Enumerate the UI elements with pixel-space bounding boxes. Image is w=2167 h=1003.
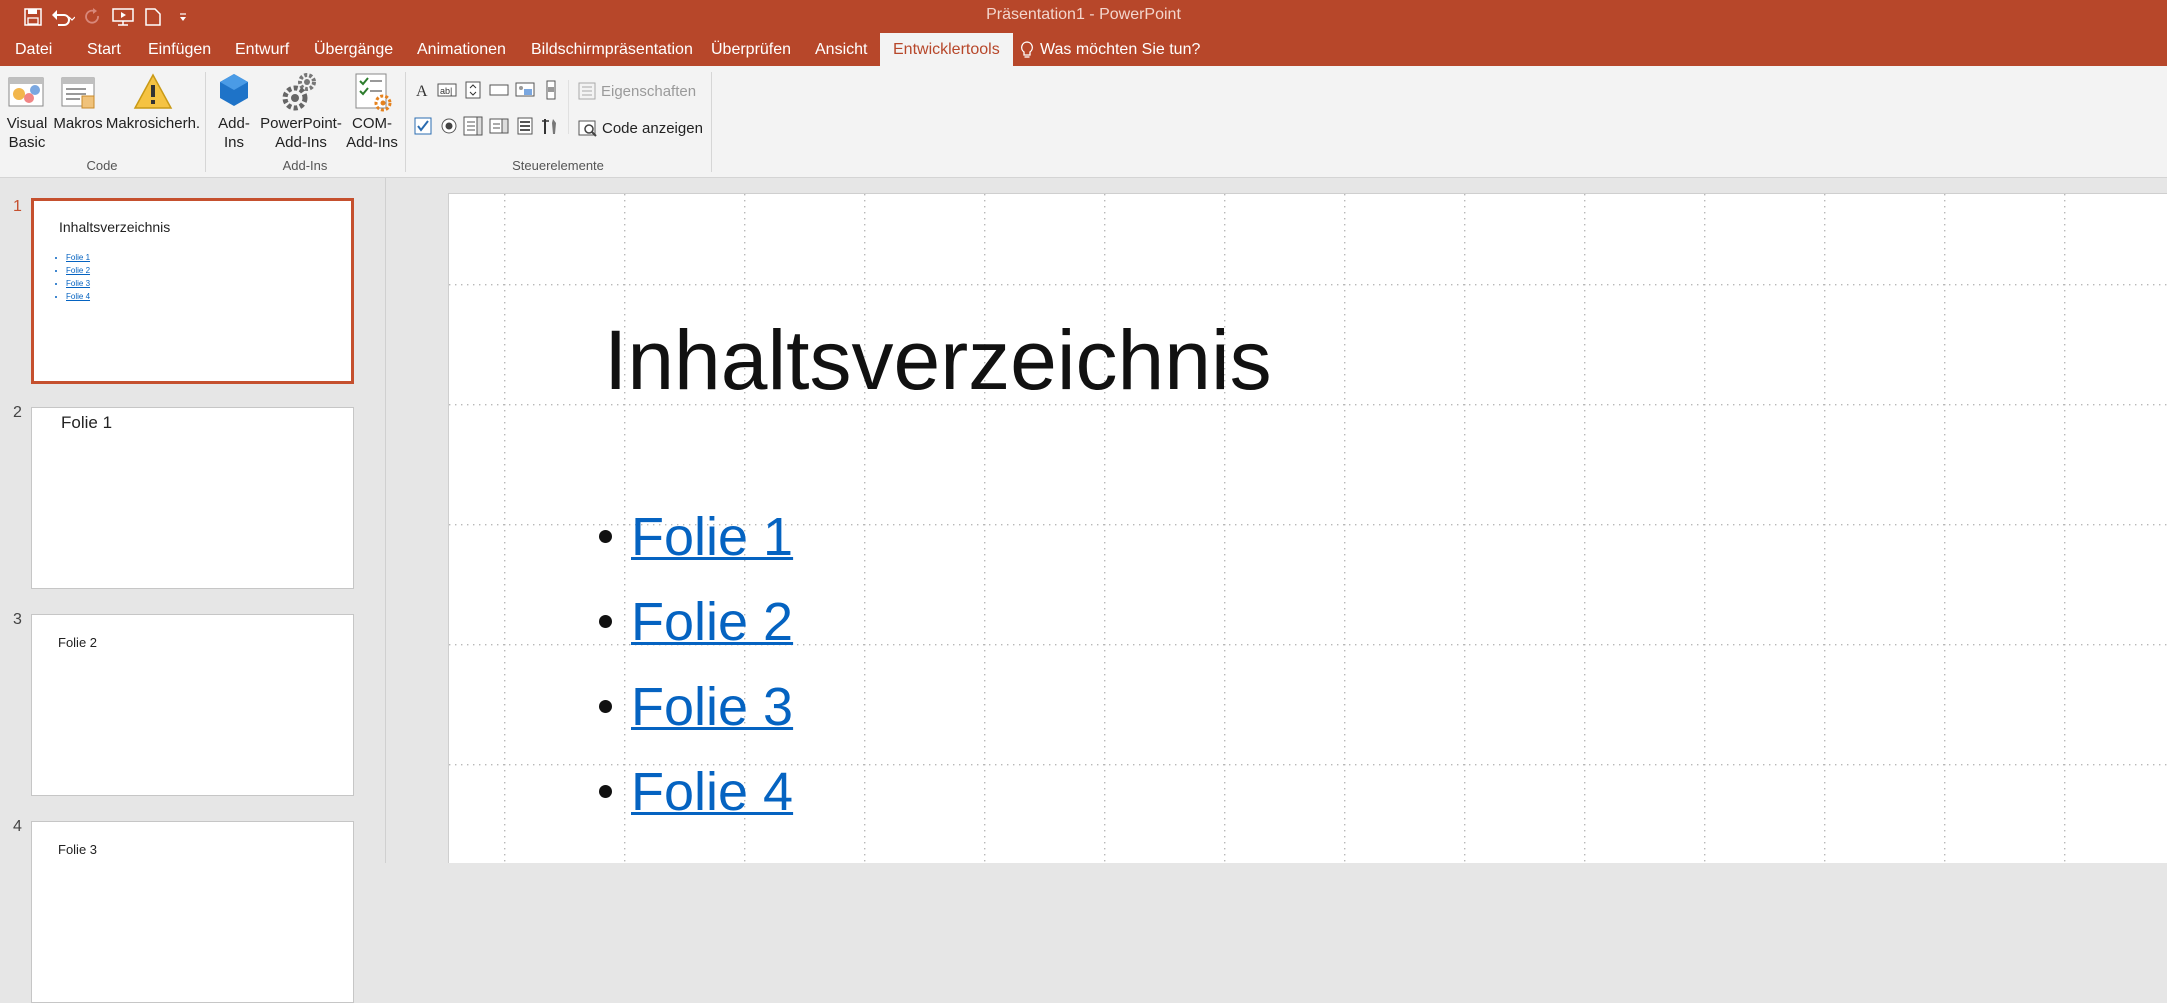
group-separator <box>205 72 206 172</box>
tab-animations[interactable]: Animationen <box>417 33 506 66</box>
powerpoint-addins-label: PowerPoint- Add-Ins <box>260 115 342 151</box>
view-code-icon <box>578 120 597 137</box>
tab-slideshow[interactable]: Bildschirmpräsentation <box>531 33 693 66</box>
hyperlink-folie-4[interactable]: Folie 4 <box>631 761 793 823</box>
list-item: Folie 2 <box>599 579 793 664</box>
slide-thumbnail-4[interactable]: Folie 3 <box>31 821 354 1003</box>
thumbnail-number: 2 <box>13 404 22 421</box>
list-item: Folie 4 <box>599 749 793 834</box>
properties-button[interactable]: Eigenschaften <box>578 82 696 100</box>
bullet <box>599 530 612 543</box>
thumbnail-number: 3 <box>13 611 22 628</box>
visual-basic-label: Visual Basic <box>6 115 48 151</box>
tab-design[interactable]: Entwurf <box>235 33 289 66</box>
com-addins-button[interactable]: COM- Add-Ins <box>345 70 399 152</box>
group-label-controls: Steuerelemente <box>512 158 604 173</box>
ribbon-tab-bar: Datei Start Einfügen Entwurf Übergänge A… <box>0 33 2167 66</box>
slide-canvas[interactable]: Inhaltsverzeichnis Folie 1 Folie 2 Folie… <box>448 193 2167 864</box>
addins-cube-icon <box>220 74 248 106</box>
thumbnail-title: Folie 3 <box>58 842 98 857</box>
group-separator <box>405 72 406 172</box>
scrollbar-control-icon[interactable] <box>541 80 561 100</box>
warning-icon <box>133 73 173 109</box>
thumbnail-link: Folie 3 <box>66 277 90 290</box>
button-control-icon[interactable] <box>489 80 509 100</box>
tab-insert[interactable]: Einfügen <box>148 33 211 66</box>
visual-basic-button[interactable]: Visual Basic <box>6 70 48 152</box>
spinner-control-icon[interactable] <box>463 80 483 100</box>
properties-icon <box>578 82 596 100</box>
slide-link-list: Folie 1 Folie 2 Folie 3 Folie 4 <box>599 494 793 834</box>
window-title: Präsentation1 - PowerPoint <box>986 6 1181 23</box>
tab-start[interactable]: Start <box>87 33 121 66</box>
slide-thumbnail-2[interactable]: Folie 1 <box>31 407 354 589</box>
macros-icon <box>61 77 95 109</box>
macros-button[interactable]: Makros <box>53 70 103 133</box>
title-bar: Präsentation1 - PowerPoint <box>0 0 2167 33</box>
group-label-addins: Add-Ins <box>282 158 328 173</box>
thumbnail-link: Folie 4 <box>66 290 90 303</box>
tab-developer[interactable]: Entwicklertools <box>880 33 1013 66</box>
thumbnail-link-list: Folie 1 Folie 2 Folie 3 Folie 4 <box>60 251 90 303</box>
tab-transitions[interactable]: Übergänge <box>314 33 393 66</box>
control-separator <box>568 80 569 134</box>
bullet <box>599 785 612 798</box>
view-code-button[interactable]: Code anzeigen <box>578 119 703 137</box>
addins-label: Add- Ins <box>218 115 250 151</box>
group-label-code: Code <box>86 158 118 173</box>
svg-text:ab|: ab| <box>440 86 452 96</box>
macro-security-button[interactable]: Makrosicherh. <box>106 70 200 133</box>
macros-label: Makros <box>53 115 103 132</box>
group-separator <box>711 72 712 172</box>
hyperlink-folie-2[interactable]: Folie 2 <box>631 591 793 653</box>
slide-thumbnail-3[interactable]: Folie 2 <box>31 614 354 796</box>
tell-me-label: Was möchten Sie tun? <box>1040 41 1201 58</box>
com-addins-label: COM- Add-Ins <box>346 115 398 151</box>
slide-thumbnail-1[interactable]: Inhaltsverzeichnis Folie 1 Folie 2 Folie… <box>31 198 354 384</box>
hyperlink-folie-3[interactable]: Folie 3 <box>631 676 793 738</box>
image-control-icon[interactable] <box>515 80 535 100</box>
macro-security-label: Makrosicherh. <box>105 115 201 132</box>
tab-review[interactable]: Überprüfen <box>711 33 791 66</box>
label-control-icon[interactable]: A <box>413 80 433 100</box>
tab-file[interactable]: Datei <box>15 33 52 66</box>
tab-view[interactable]: Ansicht <box>815 33 867 66</box>
com-addins-icon <box>355 73 392 112</box>
visual-basic-icon <box>8 77 44 107</box>
thumbnail-link: Folie 2 <box>66 264 90 277</box>
lightbulb-icon <box>1021 40 1033 58</box>
list-item: Folie 3 <box>599 664 793 749</box>
thumbnail-number: 1 <box>13 198 22 215</box>
frame-control-icon[interactable] <box>515 116 535 136</box>
thumbnail-title: Inhaltsverzeichnis <box>59 219 171 235</box>
thumbnail-title: Folie 2 <box>58 635 98 650</box>
addins-button[interactable]: Add- Ins <box>212 70 256 152</box>
tell-me-box[interactable]: Was möchten Sie tun? <box>1020 33 1200 66</box>
thumbnail-title: Folie 1 <box>61 413 113 432</box>
list-item: Folie 1 <box>599 494 793 579</box>
more-controls-icon[interactable] <box>541 116 561 136</box>
hyperlink-folie-1[interactable]: Folie 1 <box>631 506 793 568</box>
thumbnail-number: 4 <box>13 818 22 835</box>
svg-text:A: A <box>416 83 428 100</box>
properties-label: Eigenschaften <box>601 82 697 100</box>
radio-control-icon[interactable] <box>439 116 459 136</box>
combobox-control-icon[interactable] <box>489 116 509 136</box>
bullet <box>599 700 612 713</box>
listbox-control-icon[interactable] <box>463 116 483 136</box>
ribbon: Visual Basic Makros Makrosicherh. Code A… <box>0 66 2167 178</box>
powerpoint-addins-button[interactable]: PowerPoint- Add-Ins <box>259 70 343 152</box>
view-code-label: Code anzeigen <box>602 119 703 137</box>
checkbox-control-icon[interactable] <box>413 116 433 136</box>
slide-title[interactable]: Inhaltsverzeichnis <box>604 312 1272 409</box>
textbox-control-icon[interactable]: ab| <box>437 80 457 100</box>
slide-thumbnail-pane: 1 Inhaltsverzeichnis Folie 1 Folie 2 Fol… <box>0 178 386 1003</box>
thumbnail-link: Folie 1 <box>66 251 90 264</box>
gears-icon <box>282 73 316 111</box>
bullet <box>599 615 612 628</box>
